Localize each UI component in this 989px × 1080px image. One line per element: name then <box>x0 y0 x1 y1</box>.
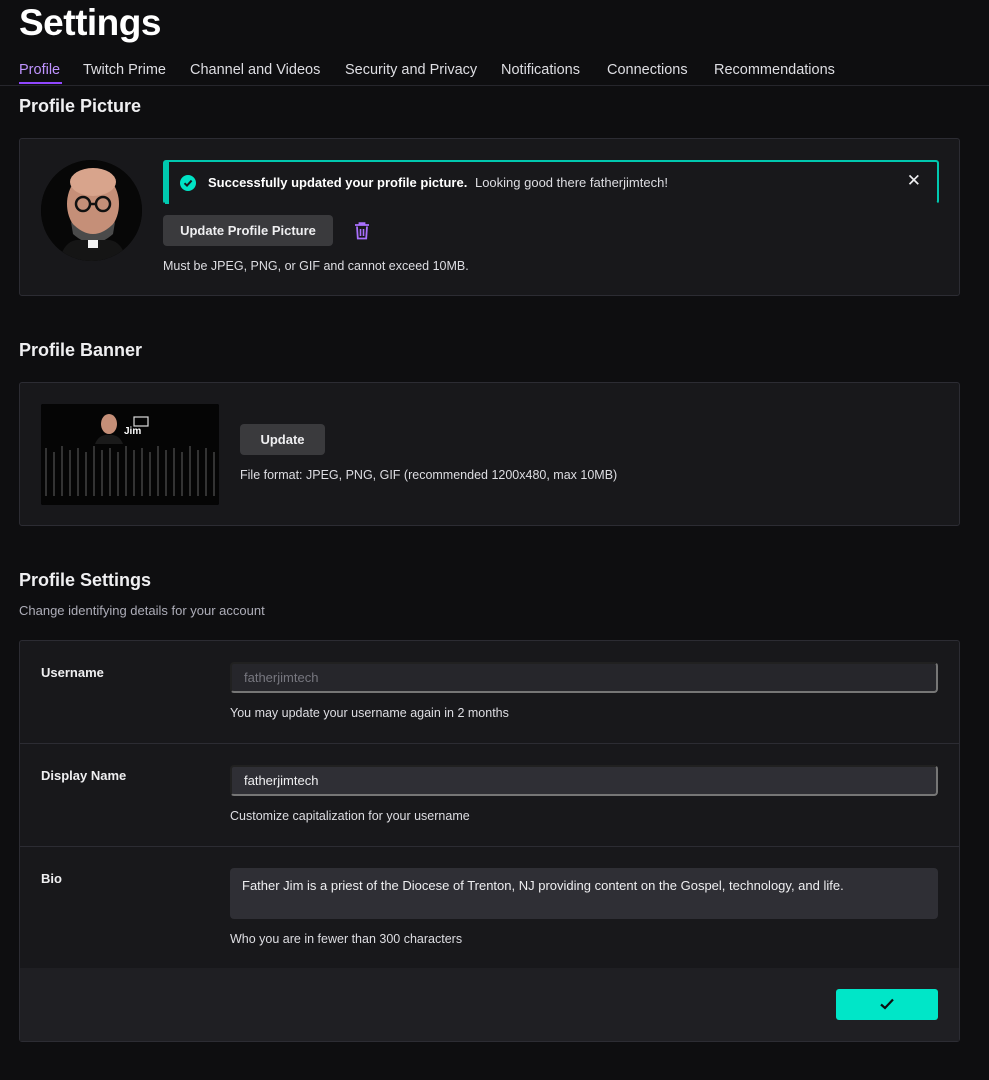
tab-notifications[interactable]: Notifications <box>501 62 580 78</box>
bio-hint: Who you are in fewer than 300 characters <box>230 932 463 946</box>
settings-tabs: Profile Twitch Prime Channel and Videos … <box>0 58 989 86</box>
banner-logo-text: Jim <box>124 426 142 437</box>
tab-recommendations[interactable]: Recommendations <box>714 62 835 78</box>
username-hint: You may update your username again in 2 … <box>230 706 509 720</box>
profile-banner-hint: File format: JPEG, PNG, GIF (recommended… <box>240 468 618 482</box>
check-circle-icon <box>180 175 196 191</box>
profile-banner-card: Jim Update File format: JPEG, PNG, GIF (… <box>19 382 960 526</box>
profile-picture-card: Successfully updated your profile pictur… <box>19 138 960 296</box>
alert-message: Successfully updated your profile pictur… <box>208 175 668 190</box>
update-profile-picture-button[interactable]: Update Profile Picture <box>163 215 333 246</box>
alert-body-text: Looking good there fatherjimtech! <box>474 175 668 190</box>
avatar[interactable] <box>41 160 142 261</box>
update-banner-button[interactable]: Update <box>240 424 325 455</box>
tab-profile[interactable]: Profile <box>19 62 60 78</box>
checkmark-icon <box>879 997 895 1016</box>
username-label: Username <box>41 665 104 680</box>
page-title: Settings <box>19 2 161 43</box>
success-alert: Successfully updated your profile pictur… <box>163 160 939 204</box>
settings-footer <box>20 968 959 1041</box>
profile-settings-subtitle: Change identifying details for your acco… <box>19 603 265 618</box>
banner-image[interactable]: Jim <box>41 404 219 505</box>
bio-label: Bio <box>41 871 62 886</box>
display-name-label: Display Name <box>41 768 127 783</box>
active-tab-indicator <box>19 82 62 84</box>
tab-connections[interactable]: Connections <box>607 62 688 78</box>
row-divider <box>20 743 959 744</box>
save-button[interactable] <box>836 989 938 1020</box>
bio-textarea[interactable]: Father Jim is a priest of the Diocese of… <box>230 868 938 919</box>
profile-picture-title: Profile Picture <box>19 96 142 116</box>
display-name-field[interactable] <box>230 765 938 796</box>
display-name-hint: Customize capitalization for your userna… <box>230 809 470 823</box>
row-divider <box>20 846 959 847</box>
profile-banner-title: Profile Banner <box>19 340 143 360</box>
profile-settings-title: Profile Settings <box>19 570 152 590</box>
trash-icon[interactable] <box>354 222 370 245</box>
username-field[interactable] <box>230 662 938 693</box>
tab-twitch-prime[interactable]: Twitch Prime <box>83 62 166 78</box>
alert-accent-bar <box>165 162 169 204</box>
tab-security-and-privacy[interactable]: Security and Privacy <box>345 62 477 78</box>
profile-settings-card: Username You may update your username ag… <box>19 640 960 1042</box>
alert-strong-text: Successfully updated your profile pictur… <box>208 175 468 190</box>
profile-picture-hint: Must be JPEG, PNG, or GIF and cannot exc… <box>163 259 469 273</box>
close-icon[interactable]: ✕ <box>907 171 921 191</box>
tab-channel-and-videos[interactable]: Channel and Videos <box>190 62 320 78</box>
